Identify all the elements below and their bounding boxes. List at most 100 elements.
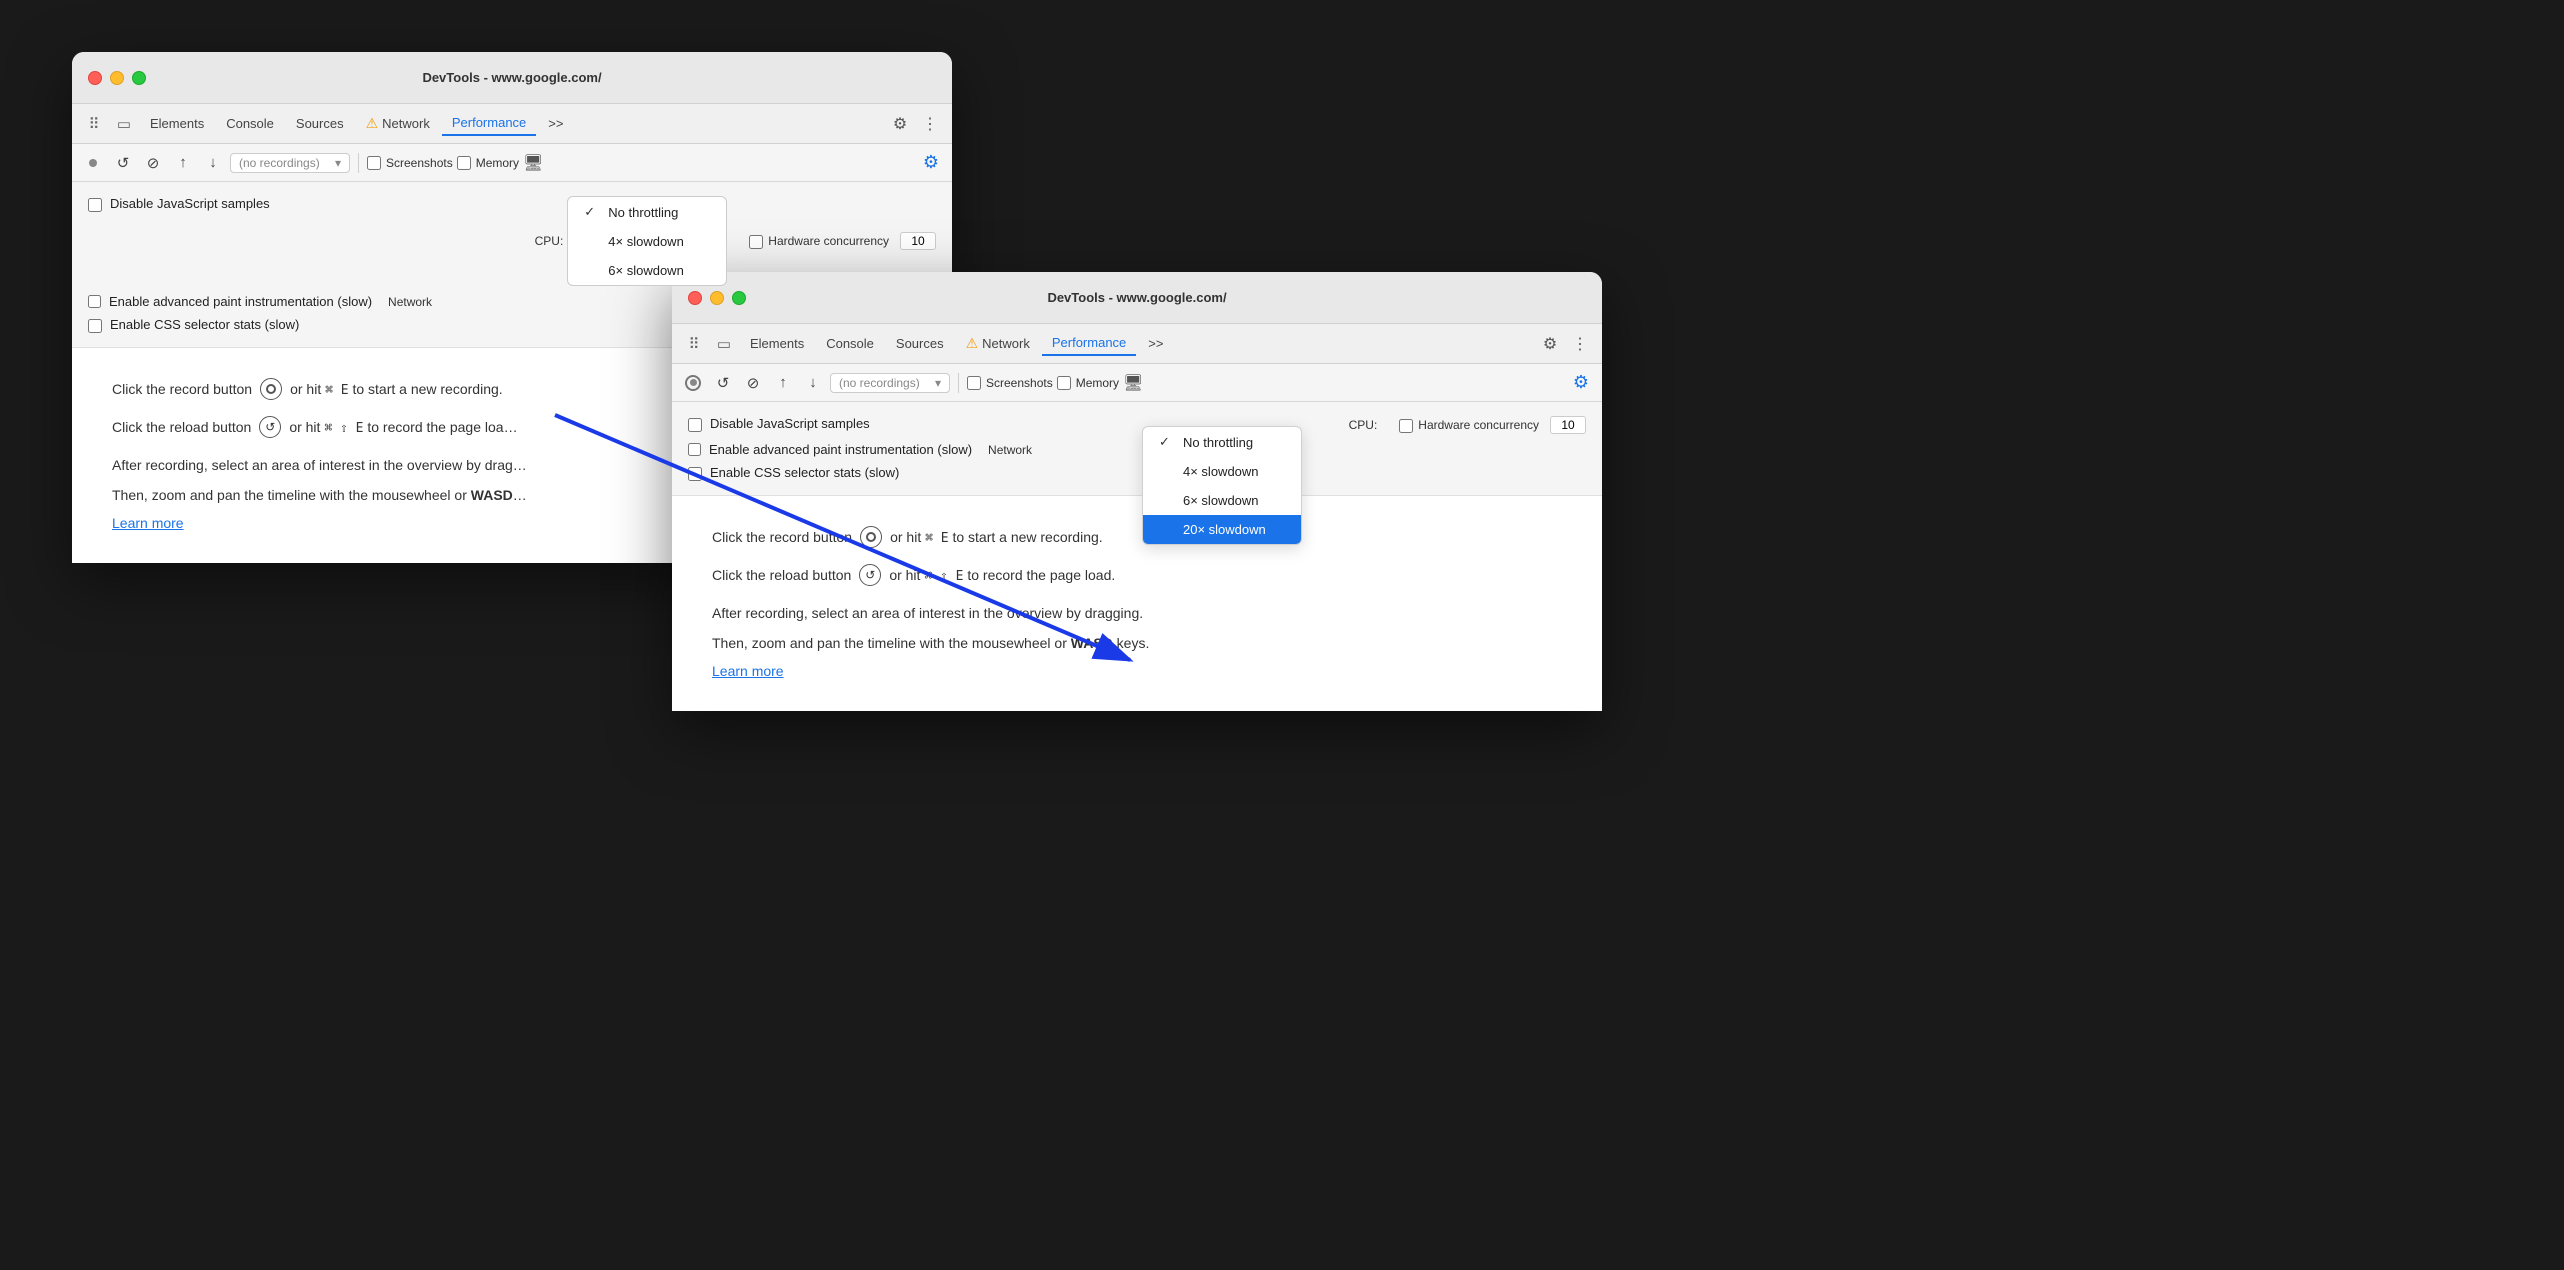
screenshots-checkbox-2[interactable]: Screenshots — [967, 376, 1053, 390]
more-options-icon-1[interactable]: ⋮ — [916, 110, 944, 138]
record-circle-2 — [685, 375, 701, 391]
tab-elements-1[interactable]: Elements — [140, 112, 214, 135]
hw-checkbox-1[interactable] — [749, 235, 763, 249]
6x-slowdown-item-1[interactable]: 6× slowdown — [568, 256, 726, 285]
screenshots-input-1[interactable] — [367, 156, 381, 170]
tab-more-2[interactable]: >> — [1138, 332, 1173, 355]
after-text2-2: Then, zoom and pan the timeline with the… — [712, 632, 1292, 654]
hw-label-1: Hardware concurrency — [768, 234, 889, 248]
record-text-1: Click the record button — [112, 381, 252, 397]
check-mark-1: ✓ — [584, 204, 600, 220]
learn-more-link-1[interactable]: Learn more — [112, 515, 184, 531]
cpu-section-2: CPU: ✓ No throttling 4× slowdown — [1345, 416, 1586, 434]
memory-checkbox-2[interactable]: Memory — [1057, 376, 1119, 390]
20x-slowdown-item-2[interactable]: 20× slowdown — [1143, 515, 1301, 544]
record-text-2: Click the record button — [712, 529, 852, 545]
maximize-button-2[interactable] — [732, 291, 746, 305]
more-options-icon-2[interactable]: ⋮ — [1566, 330, 1594, 358]
no-throttling-item-2[interactable]: ✓ No throttling — [1143, 427, 1301, 457]
20x-label-2: 20× slowdown — [1183, 522, 1266, 537]
screenshots-checkbox-1[interactable]: Screenshots — [367, 156, 453, 170]
advanced-paint-checkbox-2[interactable] — [688, 443, 701, 456]
disable-js-checkbox-1[interactable] — [88, 198, 102, 212]
tab-network-2[interactable]: ⚠ Network — [956, 331, 1040, 356]
download-button-2[interactable]: ↓ — [800, 370, 826, 396]
6x-slowdown-item-2[interactable]: 6× slowdown — [1143, 486, 1301, 515]
settings-gear-blue-2[interactable]: ⚙ — [1568, 370, 1594, 396]
no-throttling-item-1[interactable]: ✓ No throttling — [568, 197, 726, 227]
titlebar-1: DevTools - www.google.com/ — [72, 52, 952, 104]
record-suffix-2: or hit ⌘ E to start a new recording. — [890, 529, 1103, 546]
toolbar-2: ↺ ⊘ ↑ ↓ (no recordings) ▾ Screenshots Me… — [672, 364, 1602, 402]
network-label-row-1: Network — [388, 295, 432, 309]
memory-input-2[interactable] — [1057, 376, 1071, 390]
css-selector-checkbox-1[interactable] — [88, 319, 102, 333]
warning-icon-2: ⚠ — [966, 335, 979, 352]
tab-performance-2[interactable]: Performance — [1042, 331, 1136, 356]
cpu-dropdown-1[interactable]: ✓ No throttling 4× slowdown 6× slowdown — [567, 196, 727, 286]
divider-2 — [958, 373, 959, 393]
disable-js-checkbox-2[interactable] — [688, 418, 702, 432]
window-title-1: DevTools - www.google.com/ — [422, 70, 601, 85]
4x-slowdown-item-2[interactable]: 4× slowdown — [1143, 457, 1301, 486]
record-suffix-1: or hit ⌘ E to start a new recording. — [290, 381, 503, 398]
reload-icon-btn-1[interactable]: ↺ — [259, 416, 281, 438]
hw-value-1[interactable] — [900, 232, 936, 250]
tab-performance-1[interactable]: Performance — [442, 111, 536, 136]
tab-more-1[interactable]: >> — [538, 112, 573, 135]
cpu-dropdown-2[interactable]: ✓ No throttling 4× slowdown 6× slowdown — [1142, 426, 1302, 545]
recordings-placeholder-1: (no recordings) — [239, 156, 320, 170]
traffic-lights-1 — [88, 71, 146, 85]
hw-checkbox-2[interactable] — [1399, 419, 1413, 433]
download-button-1[interactable]: ↓ — [200, 150, 226, 176]
inspector-icon-2[interactable]: ⠿ — [680, 330, 708, 358]
recordings-select-2[interactable]: (no recordings) ▾ — [830, 373, 950, 393]
6x-label-1: 6× slowdown — [608, 263, 684, 278]
record-icon-btn-2[interactable] — [860, 526, 882, 548]
hardware-concurrency-2[interactable]: Hardware concurrency — [1399, 416, 1586, 434]
reload-text-1: Click the reload button — [112, 419, 251, 435]
clear-button-1[interactable]: ⊘ — [140, 150, 166, 176]
minimize-button-1[interactable] — [110, 71, 124, 85]
tab-network-1[interactable]: ⚠ Network — [356, 111, 440, 136]
memory-input-1[interactable] — [457, 156, 471, 170]
css-selector-checkbox-2[interactable] — [688, 467, 702, 481]
tab-elements-2[interactable]: Elements — [740, 332, 814, 355]
record-button-2[interactable] — [680, 370, 706, 396]
record-icon-btn-1[interactable] — [260, 378, 282, 400]
device-icon[interactable]: ▭ — [110, 110, 138, 138]
reload-button-2[interactable]: ↺ — [710, 370, 736, 396]
close-button-2[interactable] — [688, 291, 702, 305]
record-button-1[interactable] — [80, 150, 106, 176]
inspector-icon[interactable]: ⠿ — [80, 110, 108, 138]
device-icon-2[interactable]: ▭ — [710, 330, 738, 358]
hardware-concurrency-1[interactable]: Hardware concurrency — [749, 232, 936, 250]
screenshots-input-2[interactable] — [967, 376, 981, 390]
advanced-paint-row-2: Enable advanced paint instrumentation (s… — [688, 438, 1586, 461]
memory-checkbox-1[interactable]: Memory — [457, 156, 519, 170]
upload-button-1[interactable]: ↑ — [170, 150, 196, 176]
tab-console-2[interactable]: Console — [816, 332, 884, 355]
screenshots-label-2: Screenshots — [986, 376, 1053, 390]
upload-button-2[interactable]: ↑ — [770, 370, 796, 396]
hw-value-2[interactable] — [1550, 416, 1586, 434]
reload-button-1[interactable]: ↺ — [110, 150, 136, 176]
settings-gear-blue-1[interactable]: ⚙ — [918, 150, 944, 176]
minimize-button-2[interactable] — [710, 291, 724, 305]
advanced-paint-checkbox-1[interactable] — [88, 295, 101, 308]
settings-icon-2[interactable]: ⚙ — [1536, 330, 1564, 358]
cpu-label-1: CPU: — [535, 234, 564, 248]
memory-label-2: Memory — [1076, 376, 1119, 390]
learn-more-link-2[interactable]: Learn more — [712, 663, 784, 679]
recordings-placeholder-2: (no recordings) — [839, 376, 920, 390]
close-button-1[interactable] — [88, 71, 102, 85]
tab-sources-1[interactable]: Sources — [286, 112, 354, 135]
reload-icon-btn-2[interactable]: ↺ — [859, 564, 881, 586]
clear-button-2[interactable]: ⊘ — [740, 370, 766, 396]
maximize-button-1[interactable] — [132, 71, 146, 85]
tab-console-1[interactable]: Console — [216, 112, 284, 135]
settings-icon-1[interactable]: ⚙ — [886, 110, 914, 138]
tab-sources-2[interactable]: Sources — [886, 332, 954, 355]
4x-slowdown-item-1[interactable]: 4× slowdown — [568, 227, 726, 256]
recordings-select-1[interactable]: (no recordings) ▾ — [230, 153, 350, 173]
